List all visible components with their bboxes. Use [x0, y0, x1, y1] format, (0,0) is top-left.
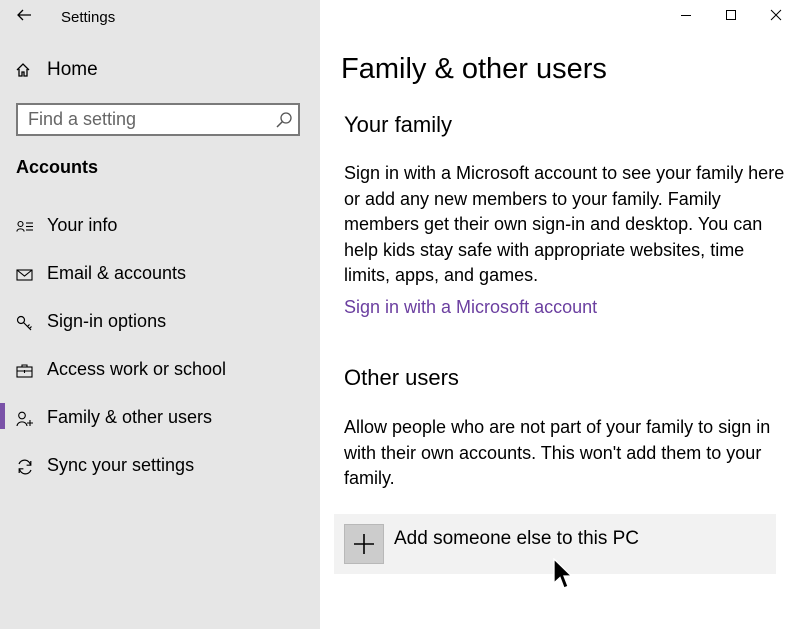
section-label-accounts: Accounts [16, 157, 99, 177]
search-icon[interactable] [275, 111, 293, 129]
add-someone-label: Add someone else to this PC [394, 528, 640, 549]
back-button[interactable] [12, 4, 36, 26]
nav-item-family-other-users[interactable]: Family & other users [0, 395, 320, 443]
nav-item-access-work-school[interactable]: Access work or school [0, 347, 320, 395]
home-nav-item[interactable]: Home [14, 56, 314, 84]
nav-label: Family & other users [47, 407, 213, 427]
back-arrow-icon [17, 9, 31, 21]
other-users-description: Allow people who are not part of your fa… [344, 417, 771, 489]
minimize-icon [681, 15, 691, 16]
accounts-nav: Your info Email & accounts Sign-in optio… [0, 203, 320, 491]
nav-label: Access work or school [47, 359, 227, 379]
search-input[interactable] [18, 105, 268, 134]
close-icon [770, 9, 782, 21]
home-icon [16, 63, 30, 77]
nav-item-email-accounts[interactable]: Email & accounts [0, 251, 320, 299]
person-card-icon [16, 220, 33, 232]
nav-item-sign-in-options[interactable]: Sign-in options [0, 299, 320, 347]
sign-in-microsoft-link[interactable]: Sign in with a Microsoft account [344, 297, 597, 318]
sidebar: Settings Home Accounts Your info [0, 0, 320, 629]
nav-label: Sync your settings [47, 455, 195, 475]
nav-label: Sign-in options [47, 311, 167, 331]
maximize-button[interactable] [708, 0, 754, 30]
plus-tile [344, 524, 384, 564]
main-content: Family & other users Your family Sign in… [320, 0, 799, 629]
nav-label: Email & accounts [47, 263, 187, 283]
app-title: Settings [61, 9, 116, 26]
your-family-heading: Your family [344, 112, 453, 137]
other-users-heading: Other users [344, 365, 459, 390]
minimize-button[interactable] [663, 0, 709, 30]
plus-icon [354, 534, 374, 554]
maximize-icon [726, 10, 736, 20]
key-icon [16, 315, 32, 331]
briefcase-icon [16, 364, 33, 378]
mail-icon [16, 269, 33, 281]
home-label: Home [47, 59, 98, 80]
nav-label: Your info [47, 215, 118, 235]
sync-icon [18, 459, 32, 475]
mouse-cursor-icon [553, 558, 573, 589]
person-add-icon [16, 411, 33, 427]
your-family-description: Sign in with a Microsoft account to see … [344, 163, 785, 286]
nav-item-your-info[interactable]: Your info [0, 203, 320, 251]
search-box [16, 103, 300, 136]
close-button[interactable] [753, 0, 799, 30]
nav-item-sync-settings[interactable]: Sync your settings [0, 443, 320, 491]
page-title: Family & other users [341, 53, 607, 85]
